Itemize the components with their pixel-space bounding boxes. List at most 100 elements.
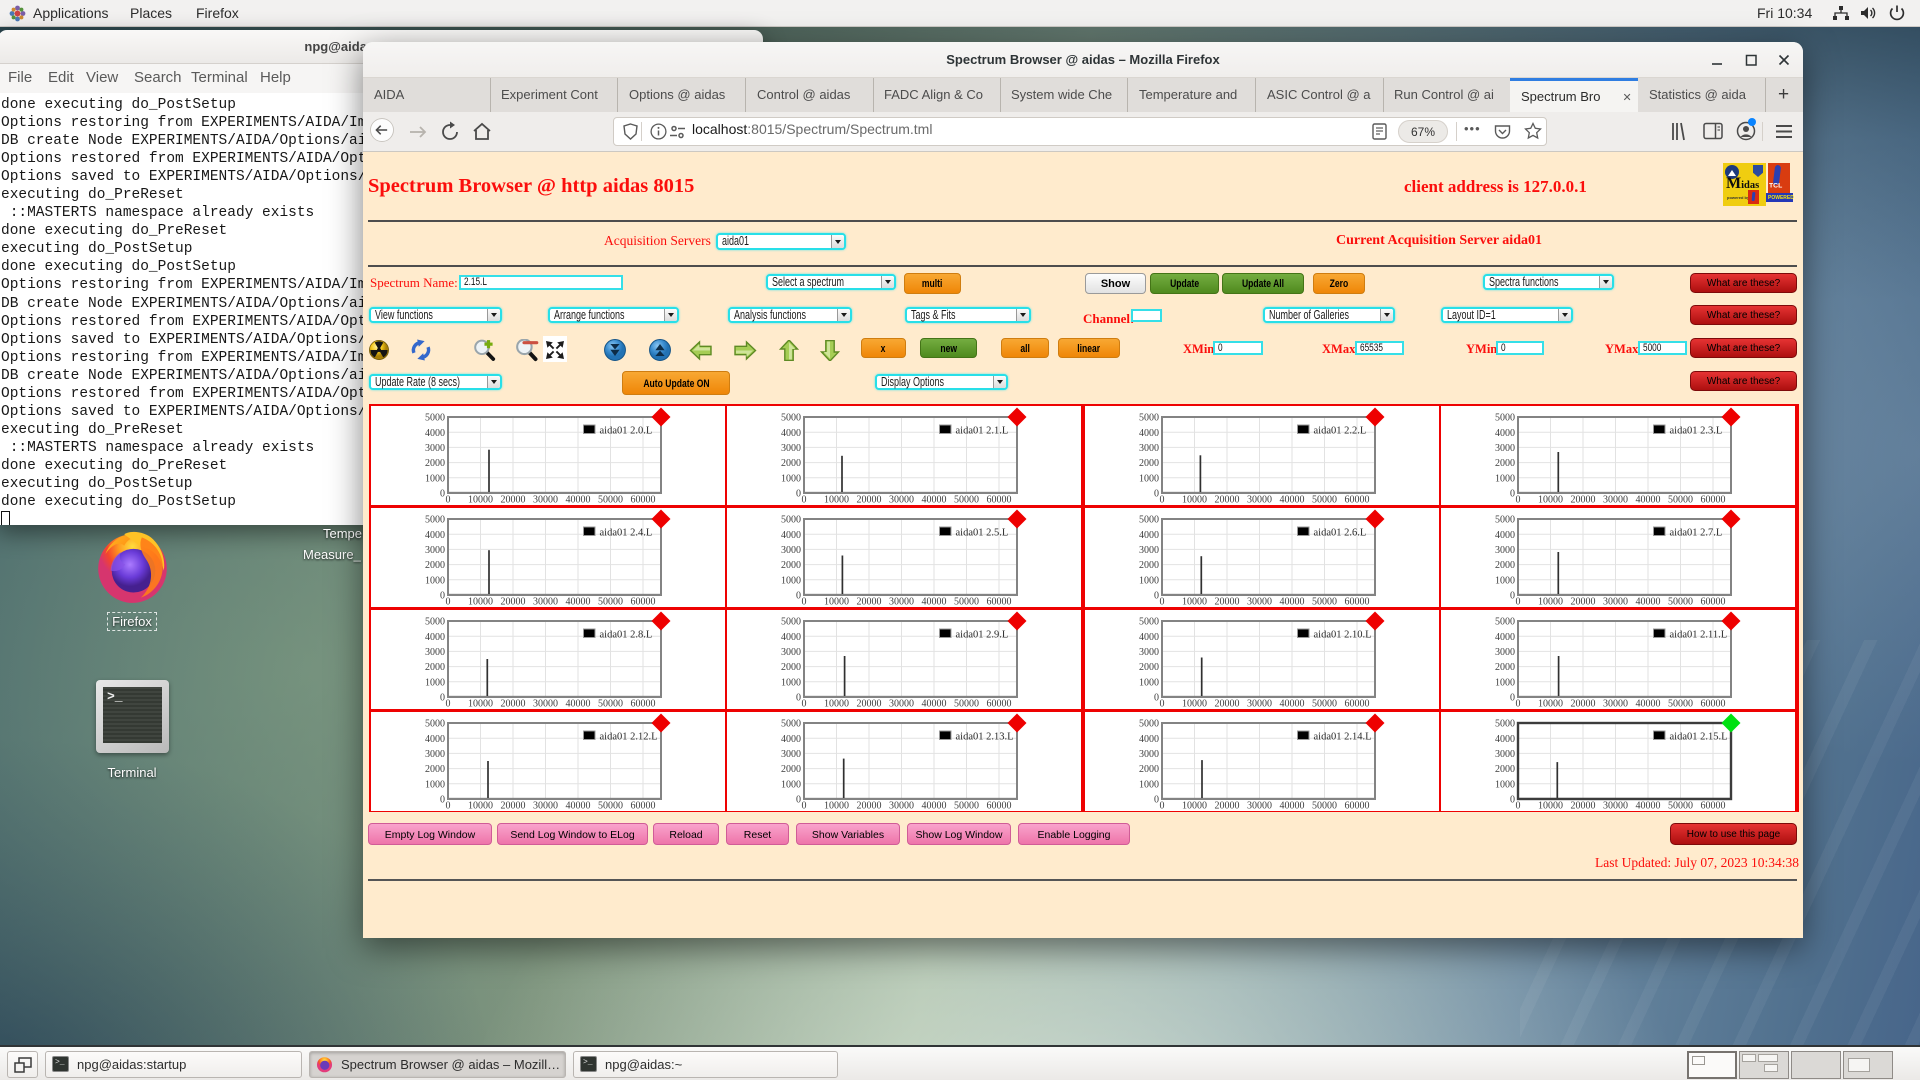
svg-text:0: 0	[1160, 699, 1165, 710]
svg-text:2000: 2000	[781, 458, 801, 469]
svg-text:50000: 50000	[1312, 597, 1337, 608]
svg-text:3000: 3000	[425, 647, 445, 658]
svg-text:0: 0	[1160, 597, 1165, 608]
svg-text:2000: 2000	[781, 560, 801, 571]
svg-text:0: 0	[440, 591, 445, 602]
svg-text:20000: 20000	[857, 597, 882, 608]
svg-text:5000: 5000	[1139, 413, 1159, 424]
svg-text:0: 0	[796, 795, 801, 806]
svg-text:5000: 5000	[781, 413, 801, 424]
svg-text:4000: 4000	[425, 734, 445, 745]
svg-text:0: 0	[440, 693, 445, 704]
svg-text:3000: 3000	[1139, 545, 1159, 556]
svg-text:0: 0	[1516, 597, 1521, 608]
svg-text:0: 0	[1510, 489, 1515, 500]
svg-text:40000: 40000	[922, 801, 947, 812]
svg-text:40000: 40000	[1636, 597, 1661, 608]
svg-text:1000: 1000	[1139, 779, 1159, 790]
svg-text:aida01 2.14.L: aida01 2.14.L	[1314, 731, 1372, 742]
svg-text:30000: 30000	[1247, 495, 1272, 506]
svg-text:2000: 2000	[425, 764, 445, 775]
svg-text:0: 0	[446, 801, 451, 812]
svg-text:40000: 40000	[566, 495, 591, 506]
svg-text:2000: 2000	[781, 662, 801, 673]
svg-text:3000: 3000	[1495, 545, 1515, 556]
svg-text:60000: 60000	[631, 597, 656, 608]
svg-text:50000: 50000	[1312, 699, 1337, 710]
svg-text:1000: 1000	[1139, 473, 1159, 484]
svg-text:40000: 40000	[566, 801, 591, 812]
svg-text:20000: 20000	[501, 495, 526, 506]
svg-text:40000: 40000	[1280, 699, 1305, 710]
svg-text:5000: 5000	[1495, 515, 1515, 526]
svg-text:0: 0	[1516, 495, 1521, 506]
svg-text:40000: 40000	[566, 699, 591, 710]
svg-text:0: 0	[1160, 801, 1165, 812]
svg-text:0: 0	[440, 489, 445, 500]
svg-text:0: 0	[446, 597, 451, 608]
svg-text:5000: 5000	[425, 413, 445, 424]
svg-text:2000: 2000	[1495, 560, 1515, 571]
svg-text:5000: 5000	[1139, 719, 1159, 730]
svg-text:20000: 20000	[501, 597, 526, 608]
svg-text:0: 0	[1510, 591, 1515, 602]
svg-text:60000: 60000	[1345, 699, 1370, 710]
svg-text:0: 0	[440, 795, 445, 806]
svg-text:30000: 30000	[533, 699, 558, 710]
svg-text:30000: 30000	[889, 699, 914, 710]
svg-text:4000: 4000	[781, 428, 801, 439]
svg-text:50000: 50000	[1312, 801, 1337, 812]
svg-text:20000: 20000	[501, 801, 526, 812]
svg-text:1000: 1000	[781, 779, 801, 790]
svg-text:4000: 4000	[425, 632, 445, 643]
svg-text:4000: 4000	[1139, 428, 1159, 439]
svg-text:1000: 1000	[1495, 779, 1515, 790]
svg-text:3000: 3000	[425, 443, 445, 454]
svg-text:5000: 5000	[1495, 413, 1515, 424]
svg-text:5000: 5000	[425, 719, 445, 730]
svg-text:3000: 3000	[781, 749, 801, 760]
svg-text:5000: 5000	[425, 617, 445, 628]
svg-text:40000: 40000	[922, 597, 947, 608]
svg-text:0: 0	[1154, 489, 1159, 500]
svg-text:aida01 2.10.L: aida01 2.10.L	[1314, 629, 1372, 640]
svg-text:10000: 10000	[1182, 801, 1207, 812]
svg-text:3000: 3000	[425, 545, 445, 556]
svg-text:40000: 40000	[922, 699, 947, 710]
svg-text:10000: 10000	[468, 495, 493, 506]
svg-text:10000: 10000	[1182, 495, 1207, 506]
svg-text:40000: 40000	[922, 495, 947, 506]
svg-text:0: 0	[802, 495, 807, 506]
svg-text:2000: 2000	[1139, 764, 1159, 775]
svg-text:3000: 3000	[1495, 749, 1515, 760]
svg-text:aida01 2.11.L: aida01 2.11.L	[1670, 629, 1728, 640]
svg-text:aida01 2.4.L: aida01 2.4.L	[600, 527, 653, 538]
svg-text:60000: 60000	[631, 495, 656, 506]
svg-text:30000: 30000	[1247, 801, 1272, 812]
svg-text:60000: 60000	[987, 801, 1012, 812]
svg-text:4000: 4000	[1139, 530, 1159, 541]
svg-text:20000: 20000	[857, 699, 882, 710]
svg-text:4000: 4000	[1495, 632, 1515, 643]
svg-text:4000: 4000	[781, 734, 801, 745]
svg-text:0: 0	[1154, 795, 1159, 806]
svg-text:10000: 10000	[1538, 801, 1563, 812]
svg-text:2000: 2000	[425, 662, 445, 673]
svg-text:1000: 1000	[1495, 677, 1515, 688]
svg-text:5000: 5000	[781, 515, 801, 526]
svg-text:40000: 40000	[1636, 801, 1661, 812]
svg-text:10000: 10000	[468, 699, 493, 710]
svg-text:3000: 3000	[425, 749, 445, 760]
svg-text:5000: 5000	[1495, 617, 1515, 628]
svg-text:60000: 60000	[631, 801, 656, 812]
svg-text:0: 0	[446, 495, 451, 506]
svg-text:60000: 60000	[1701, 801, 1726, 812]
svg-text:2000: 2000	[1495, 458, 1515, 469]
svg-text:50000: 50000	[1668, 699, 1693, 710]
svg-text:aida01 2.13.L: aida01 2.13.L	[956, 731, 1014, 742]
svg-text:50000: 50000	[598, 801, 623, 812]
svg-text:20000: 20000	[857, 495, 882, 506]
svg-text:aida01 2.15.L: aida01 2.15.L	[1670, 731, 1728, 742]
svg-text:10000: 10000	[1182, 699, 1207, 710]
svg-text:3000: 3000	[1495, 443, 1515, 454]
